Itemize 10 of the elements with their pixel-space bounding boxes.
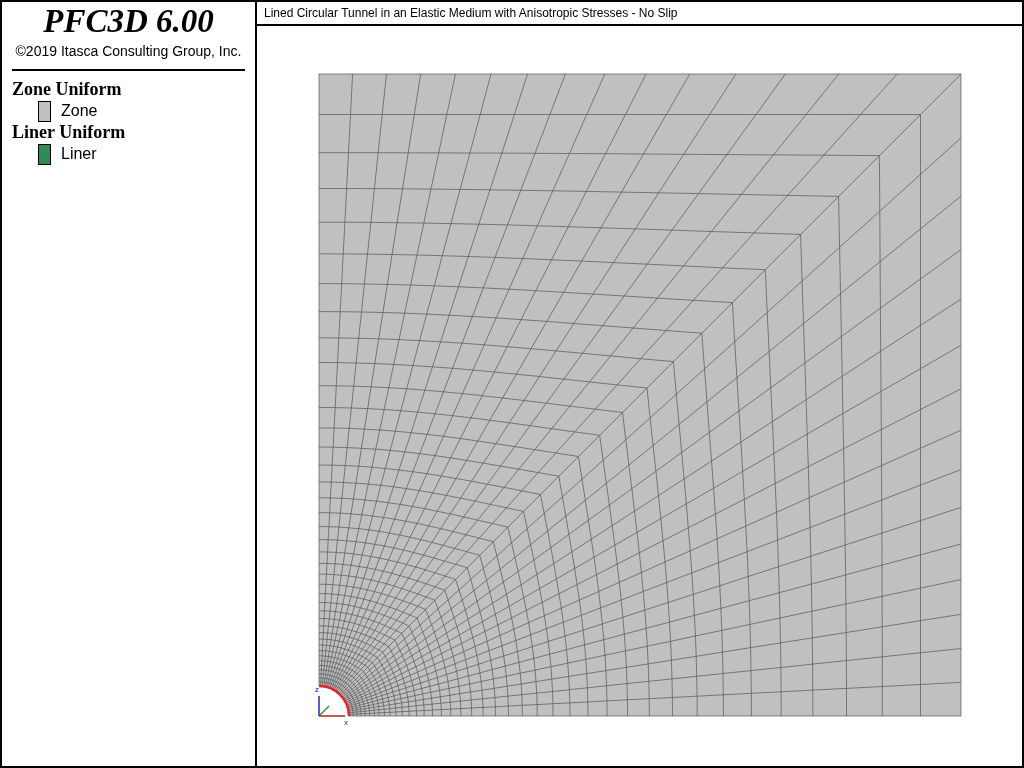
legend-heading: Liner Uniform (12, 122, 127, 143)
axes-triad-drawing (318, 695, 346, 717)
legend-label: Zone (61, 101, 98, 121)
copyright-text: ©2019 Itasca Consulting Group, Inc. (14, 42, 243, 60)
axis-label: z (315, 685, 319, 694)
legend-heading: Zone Uniform (12, 79, 123, 100)
product-title: PFC3D 6.00 (42, 2, 215, 40)
axis-label: x (344, 718, 348, 727)
plot-title: Lined Circular Tunnel in an Elastic Medium with Anisotropic Stresses - No Slip (257, 2, 1022, 26)
legend-label: Liner (61, 144, 97, 164)
